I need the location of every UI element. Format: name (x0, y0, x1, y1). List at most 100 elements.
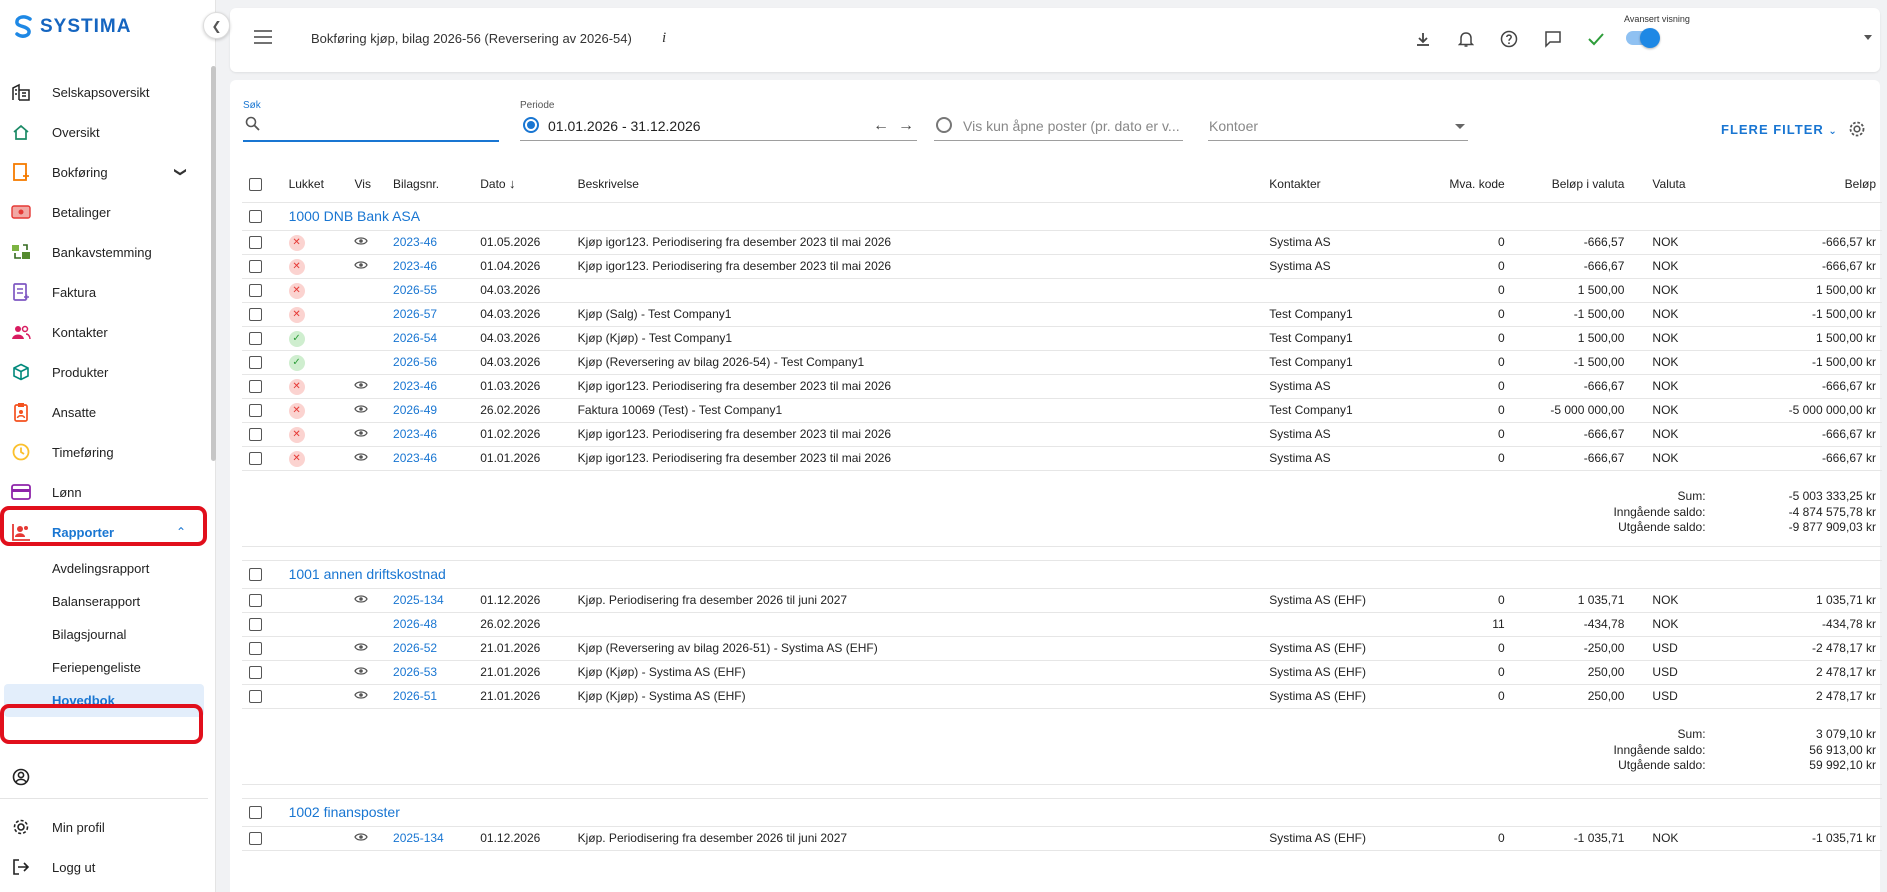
menu-icon[interactable] (254, 30, 272, 44)
col-contacts[interactable]: Kontakter (1263, 166, 1416, 203)
row-checkbox[interactable] (249, 690, 262, 704)
eye-icon[interactable] (354, 665, 369, 679)
advanced-view-toggle[interactable] (1626, 28, 1660, 48)
table-row[interactable]: 2025-134 01.12.2026 Kjøp. Periodisering fr… (242, 588, 1882, 613)
eye-icon[interactable] (354, 451, 369, 465)
sidebar-item-bokforing[interactable]: Bokføring ❯ (0, 152, 208, 192)
eye-icon[interactable] (354, 427, 369, 441)
select-all-checkbox[interactable] (249, 177, 262, 191)
eye-icon[interactable] (354, 831, 369, 845)
sidebar-item-logout[interactable]: Logg ut (0, 847, 208, 887)
sidebar-item-account[interactable] (0, 760, 208, 794)
row-checkbox[interactable] (249, 308, 262, 322)
col-description[interactable]: Beskrivelse (571, 166, 1264, 203)
sidebar-item-bankavstemming[interactable]: Bankavstemming (0, 232, 208, 272)
sidebar-item-oversikt[interactable]: Oversikt (0, 112, 208, 152)
sidebar-subitem-hovedbok[interactable]: Hovedbok (4, 684, 204, 717)
sidebar-scrollbar[interactable] (211, 66, 216, 461)
user-menu-caret-icon[interactable] (1864, 35, 1872, 40)
arrow-right-icon[interactable]: → (898, 117, 914, 135)
row-checkbox[interactable] (249, 404, 262, 418)
info-icon[interactable]: i (662, 30, 666, 47)
voucher-link[interactable]: 2026-53 (387, 660, 475, 685)
voucher-link[interactable]: 2026-54 (387, 326, 475, 351)
table-row[interactable]: ✕ 2026-49 26.02.2026 Faktura 10069 (Test) -… (242, 398, 1882, 423)
voucher-link[interactable]: 2023-46 (387, 374, 475, 399)
row-checkbox[interactable] (249, 642, 262, 656)
help-icon[interactable] (1498, 28, 1520, 50)
table-row[interactable]: ✕ 2023-46 01.05.2026 Kjøp igor123. Periodis… (242, 230, 1882, 255)
sidebar-item-lonn[interactable]: Lønn (0, 472, 208, 512)
search-input[interactable] (266, 112, 498, 134)
bell-icon[interactable] (1455, 28, 1477, 50)
col-currency[interactable]: Valuta (1630, 166, 1712, 203)
voucher-link[interactable]: 2023-46 (387, 446, 475, 471)
row-checkbox[interactable] (249, 594, 262, 608)
col-view[interactable]: Vis (348, 166, 388, 203)
row-checkbox[interactable] (249, 452, 262, 466)
sidebar-subitem-balanserapport[interactable]: Balanserapport (0, 585, 208, 618)
voucher-link[interactable]: 2023-46 (387, 422, 475, 447)
sidebar-collapse-button[interactable]: ❮ (203, 12, 230, 39)
account-group-name[interactable]: 1002 finansposter (282, 798, 1882, 827)
voucher-link[interactable]: 2026-56 (387, 350, 475, 375)
table-row[interactable]: ✕ 2023-46 01.04.2026 Kjøp igor123. Periodis… (242, 254, 1882, 279)
voucher-link[interactable]: 2026-49 (387, 398, 475, 423)
eye-icon[interactable] (354, 259, 369, 273)
row-checkbox[interactable] (249, 832, 262, 846)
table-row[interactable]: ✓ 2026-56 04.03.2026 Kjøp (Reversering av b… (242, 350, 1882, 375)
table-row[interactable]: 2026-52 21.01.2026 Kjøp (Reversering av bi… (242, 636, 1882, 661)
voucher-link[interactable]: 2023-46 (387, 230, 475, 255)
voucher-link[interactable]: 2025-134 (387, 826, 475, 851)
eye-icon[interactable] (354, 235, 369, 249)
eye-icon[interactable] (354, 689, 369, 703)
sidebar-item-ansatte[interactable]: Ansatte (0, 392, 208, 432)
group-checkbox[interactable] (249, 568, 262, 582)
sidebar-item-timeforing[interactable]: Timeføring (0, 432, 208, 472)
sidebar-item-profile[interactable]: Min profil (0, 807, 208, 847)
sidebar-item-faktura[interactable]: Faktura (0, 272, 208, 312)
voucher-link[interactable]: 2026-55 (387, 278, 475, 303)
period-value[interactable]: 01.01.2026 - 31.12.2026 (548, 118, 701, 134)
row-checkbox[interactable] (249, 618, 262, 632)
eye-icon[interactable] (354, 379, 369, 393)
sidebar-subitem-feriepengeliste[interactable]: Feriepengeliste (0, 651, 208, 684)
arrow-left-icon[interactable]: ← (873, 117, 889, 135)
account-group-name[interactable]: 1000 DNB Bank ASA (282, 202, 1882, 231)
table-row[interactable]: ✕ 2023-46 01.03.2026 Kjøp igor123. Periodis… (242, 374, 1882, 399)
table-row[interactable]: 2025-134 01.12.2026 Kjøp. Periodisering fr… (242, 826, 1882, 851)
table-row[interactable]: ✕ 2026-55 04.03.2026 0 1 500,00 NOK 1 500,00 k… (242, 278, 1882, 303)
table-row[interactable]: ✕ 2023-46 01.02.2026 Kjøp igor123. Periodis… (242, 422, 1882, 447)
row-checkbox[interactable] (249, 332, 262, 346)
sidebar-item-selskapsoversikt[interactable]: Selskapsoversikt (0, 72, 208, 112)
download-icon[interactable] (1412, 28, 1434, 50)
sidebar-item-rapporter[interactable]: Rapporter ⌃ (0, 512, 208, 552)
voucher-link[interactable]: 2026-57 (387, 302, 475, 327)
eye-icon[interactable] (354, 593, 369, 607)
voucher-link[interactable]: 2026-52 (387, 636, 475, 661)
app-logo[interactable]: SYSTIMA (14, 15, 131, 39)
row-checkbox[interactable] (249, 284, 262, 298)
voucher-link[interactable]: 2025-134 (387, 588, 475, 613)
table-row[interactable]: 2026-51 21.01.2026 Kjøp (Kjøp) - Systima A… (242, 684, 1882, 709)
table-row[interactable]: 2026-48 26.02.2026 11 -434,78 NOK -434,78 kr (242, 612, 1882, 637)
row-checkbox[interactable] (249, 236, 262, 250)
period-radio[interactable] (523, 117, 539, 133)
row-checkbox[interactable] (249, 380, 262, 394)
accounts-select[interactable]: Kontoer (1209, 118, 1258, 134)
chat-icon[interactable] (1542, 28, 1564, 50)
table-row[interactable]: ✕ 2023-46 01.01.2026 Kjøp igor123. Periodis… (242, 446, 1882, 471)
open-items-radio[interactable] (936, 117, 952, 133)
sidebar-subitem-bilagsjournal[interactable]: Bilagsjournal (0, 618, 208, 651)
more-filters-button[interactable]: FLERE FILTER ⌄ (1721, 122, 1838, 137)
settings-gear-icon[interactable] (1848, 120, 1866, 143)
col-amount-currency[interactable]: Beløp i valuta (1510, 166, 1631, 203)
eye-icon[interactable] (354, 641, 369, 655)
row-checkbox[interactable] (249, 260, 262, 274)
row-checkbox[interactable] (249, 666, 262, 680)
table-row[interactable]: 2026-53 21.01.2026 Kjøp (Kjøp) - Systima A… (242, 660, 1882, 685)
eye-icon[interactable] (354, 403, 369, 417)
open-items-input[interactable]: Vis kun åpne poster (pr. dato er v... (963, 118, 1180, 134)
sidebar-item-betalinger[interactable]: Betalinger (0, 192, 208, 232)
voucher-link[interactable]: 2026-48 (387, 612, 475, 637)
